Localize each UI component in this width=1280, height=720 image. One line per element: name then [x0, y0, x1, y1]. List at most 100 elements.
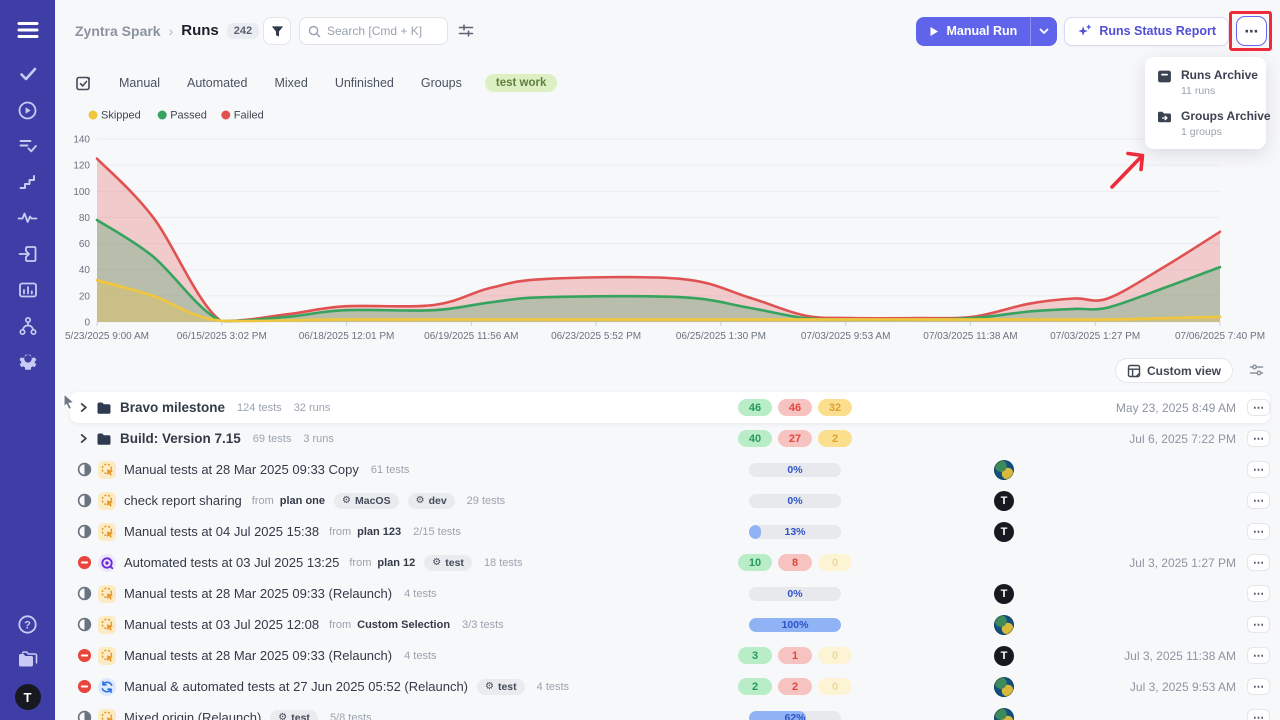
y-axis-tick-label: 20	[79, 291, 91, 302]
help-icon[interactable]: ?	[8, 606, 48, 642]
run-name[interactable]: Manual tests at 03 Jul 2025 12:08	[124, 617, 319, 632]
run-row[interactable]: Manual tests at 28 Mar 2025 09:33 Copy61…	[70, 454, 1270, 485]
run-row[interactable]: check report sharingfromplan one⚙MacOS⚙d…	[70, 485, 1270, 516]
row-menu-button[interactable]: ⋯	[1247, 461, 1270, 478]
run-name[interactable]: check report sharing	[124, 493, 242, 508]
run-row[interactable]: Manual tests at 04 Jul 2025 15:38frompla…	[70, 516, 1270, 547]
menu-item-sublabel: 1 groups	[1181, 126, 1271, 138]
x-axis-tick-label: 06/23/2025 5:52 PM	[551, 331, 641, 342]
plan-link[interactable]: Custom Selection	[357, 619, 450, 631]
x-axis-tick-label: 07/06/2025 7:40 PM	[1175, 331, 1265, 342]
search-input[interactable]	[327, 24, 439, 38]
tab-unfinished[interactable]: Unfinished	[335, 76, 394, 90]
run-name[interactable]: Mixed origin (Relaunch)	[124, 710, 261, 720]
filter-button[interactable]	[263, 17, 291, 45]
tab-automated[interactable]: Automated	[187, 76, 247, 90]
runs-count: 32 runs	[294, 402, 331, 414]
run-row[interactable]: Manual tests at 28 Mar 2025 09:33 (Relau…	[70, 578, 1270, 609]
sidebar-item-analytics-icon[interactable]	[8, 272, 48, 308]
sidebar-item-results-icon[interactable]	[8, 128, 48, 164]
plan-link[interactable]: plan 123	[357, 526, 401, 538]
run-name[interactable]: Build: Version 7.15	[120, 431, 241, 446]
row-menu-button[interactable]: ⋯	[1247, 647, 1270, 664]
group-row[interactable]: Bravo milestone124 tests32 runs464632May…	[70, 392, 1270, 423]
tab-manual[interactable]: Manual	[119, 76, 160, 90]
avatar	[994, 615, 1014, 635]
sidebar-item-tests-icon[interactable]	[8, 56, 48, 92]
user-avatar[interactable]: T	[15, 684, 41, 710]
passed-count-badge: 10	[738, 554, 772, 571]
active-filter-pill[interactable]: test work	[485, 74, 558, 92]
row-menu-button[interactable]: ⋯	[1247, 554, 1270, 571]
run-row[interactable]: Manual tests at 28 Mar 2025 09:33 (Relau…	[70, 640, 1270, 671]
run-row[interactable]: Manual & automated tests at 27 Jun 2025 …	[70, 671, 1270, 702]
sidebar-item-import-icon[interactable]	[8, 236, 48, 272]
assignee-cell	[986, 677, 1022, 697]
manual-run-dropdown-toggle[interactable]	[1030, 17, 1057, 46]
failed-count-badge: 46	[778, 399, 812, 416]
projects-folder-icon[interactable]	[8, 642, 48, 678]
row-menu-button[interactable]: ⋯	[1247, 523, 1270, 540]
menu-toggle-icon[interactable]	[8, 12, 48, 48]
manual-run-icon	[98, 461, 116, 479]
env-badge: ⚙test	[477, 679, 525, 695]
tab-groups[interactable]: Groups	[421, 76, 462, 90]
run-name[interactable]: Automated tests at 03 Jul 2025 13:25	[124, 555, 339, 570]
run-name[interactable]: Manual & automated tests at 27 Jun 2025 …	[124, 679, 468, 694]
plan-link[interactable]: plan one	[280, 495, 325, 507]
row-menu-button[interactable]: ⋯	[1247, 678, 1270, 695]
breadcrumb-project[interactable]: Zyntra Spark	[75, 23, 161, 39]
run-name[interactable]: Manual tests at 04 Jul 2025 15:38	[124, 524, 319, 539]
sidebar-item-pulse-icon[interactable]	[8, 200, 48, 236]
y-axis-tick-label: 0	[84, 318, 90, 329]
row-menu-button[interactable]: ⋯	[1247, 585, 1270, 602]
run-name[interactable]: Manual tests at 28 Mar 2025 09:33 (Relau…	[124, 648, 392, 663]
play-icon	[929, 26, 939, 37]
tests-count: 69 tests	[253, 433, 292, 445]
x-axis-tick-label: 07/03/2025 11:38 AM	[923, 331, 1017, 342]
custom-view-button[interactable]: Custom view	[1115, 358, 1233, 383]
run-name[interactable]: Manual tests at 28 Mar 2025 09:33 (Relau…	[124, 586, 392, 601]
chevron-right-icon[interactable]	[77, 432, 90, 445]
in-progress-status-icon	[77, 462, 92, 477]
chevron-right-icon[interactable]	[77, 401, 90, 414]
legend-swatch	[158, 111, 167, 120]
skipped-count-badge: 0	[818, 678, 852, 695]
row-menu-button[interactable]: ⋯	[1247, 616, 1270, 633]
sidebar-item-settings-icon[interactable]	[8, 344, 48, 380]
run-name[interactable]: Manual tests at 28 Mar 2025 09:33 Copy	[124, 462, 359, 477]
group-row[interactable]: Build: Version 7.1569 tests3 runs40272Ju…	[70, 423, 1270, 454]
sidebar-item-milestones-icon[interactable]	[8, 164, 48, 200]
menu-item-runs-archive[interactable]: Runs Archive 11 runs	[1157, 68, 1254, 97]
breadcrumb: Zyntra Spark › Runs 242	[75, 22, 259, 39]
passed-count-badge: 46	[738, 399, 772, 416]
svg-text:?: ?	[24, 619, 31, 631]
search-box[interactable]	[299, 17, 448, 45]
columns-settings-icon[interactable]	[1249, 363, 1264, 382]
breadcrumb-separator: ›	[169, 23, 174, 39]
sidebar-item-branches-icon[interactable]	[8, 308, 48, 344]
runs-status-report-button[interactable]: Runs Status Report	[1064, 17, 1229, 46]
gear-icon: ⚙	[485, 682, 494, 692]
menu-item-groups-archive[interactable]: Groups Archive 1 groups	[1157, 109, 1254, 138]
runs-count-badge: 242	[227, 23, 259, 39]
results-cell: 13%	[734, 525, 856, 539]
run-row[interactable]: Automated tests at 03 Jul 2025 13:25from…	[70, 547, 1270, 578]
more-actions-button[interactable]: ⋯	[1236, 16, 1267, 46]
run-row[interactable]: Mixed origin (Relaunch)⚙test5/8 tests62%…	[70, 702, 1270, 720]
row-menu-button[interactable]: ⋯	[1247, 430, 1270, 447]
run-name[interactable]: Bravo milestone	[120, 400, 225, 415]
view-settings-icon[interactable]	[458, 23, 474, 43]
plan-link[interactable]: plan 12	[377, 557, 415, 569]
row-menu-button[interactable]: ⋯	[1247, 492, 1270, 509]
legend-swatch	[89, 111, 98, 120]
run-row[interactable]: Manual tests at 03 Jul 2025 12:08fromCus…	[70, 609, 1270, 640]
select-runs-icon[interactable]	[75, 75, 92, 92]
row-menu-button[interactable]: ⋯	[1247, 399, 1270, 416]
tab-mixed[interactable]: Mixed	[274, 76, 307, 90]
manual-run-button[interactable]: Manual Run	[916, 17, 1057, 46]
failed-count-badge: 8	[778, 554, 812, 571]
row-menu-button[interactable]: ⋯	[1247, 709, 1270, 720]
env-badge: ⚙dev	[408, 493, 455, 509]
sidebar-item-runs-icon[interactable]	[8, 92, 48, 128]
